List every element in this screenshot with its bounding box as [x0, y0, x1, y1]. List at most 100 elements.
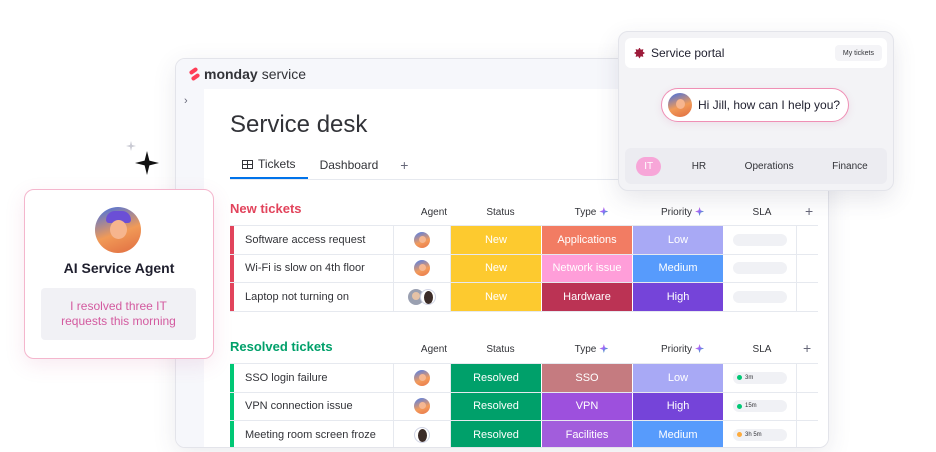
portal-categories: IT HR Operations Finance: [625, 148, 887, 184]
sla-value: 3h 5m: [745, 431, 762, 438]
sla-cell[interactable]: [724, 226, 797, 254]
tab-dashboard-label: Dashboard: [319, 158, 379, 172]
agent-message: I resolved three IT requests this mornin…: [41, 288, 196, 340]
page-title: Service desk: [230, 111, 368, 138]
column-sla[interactable]: SLA: [728, 207, 796, 218]
sla-cell[interactable]: 3h 5m: [724, 421, 797, 447]
agent-cell[interactable]: [394, 254, 451, 282]
column-type[interactable]: Type: [546, 207, 637, 218]
sparkle-icon: [695, 344, 704, 353]
column-status[interactable]: Status: [455, 207, 546, 218]
brand-product: service: [261, 66, 307, 82]
type-cell[interactable]: Network issue: [542, 254, 633, 282]
type-cell[interactable]: VPN: [542, 392, 633, 420]
table-row[interactable]: Laptop not turning on New Hardware High: [230, 283, 818, 312]
priority-cell[interactable]: High: [633, 392, 724, 420]
sla-status-dot: [737, 403, 742, 409]
status-cell[interactable]: New: [451, 283, 542, 311]
resolved-tickets-table: SSO login failure Resolved SSO Low 3m VP…: [230, 363, 818, 447]
sla-cell[interactable]: [724, 283, 797, 311]
column-priority[interactable]: Priority: [637, 207, 728, 218]
type-cell[interactable]: Facilities: [542, 421, 633, 447]
group-title-resolved[interactable]: Resolved tickets: [230, 339, 333, 354]
service-portal: Service portal My tickets Hi Jill, how c…: [618, 31, 894, 191]
sparkle-icon: [599, 344, 608, 353]
add-view-plus-icon[interactable]: +: [390, 157, 418, 179]
row-end: [797, 421, 818, 447]
row-end: [797, 283, 818, 311]
column-type-label: Type: [574, 344, 597, 355]
ticket-name[interactable]: SSO login failure: [234, 364, 394, 392]
user-avatar: [414, 426, 430, 443]
category-operations[interactable]: Operations: [737, 157, 802, 176]
ticket-name[interactable]: Laptop not turning on: [234, 283, 394, 311]
tab-tickets[interactable]: Tickets: [230, 157, 308, 179]
column-sla[interactable]: SLA: [728, 344, 796, 355]
agent-cell[interactable]: [394, 421, 451, 447]
ticket-name[interactable]: Software access request: [234, 226, 394, 254]
priority-cell[interactable]: High: [633, 283, 724, 311]
type-cell[interactable]: Hardware: [542, 283, 633, 311]
category-hr[interactable]: HR: [684, 157, 714, 176]
sparkle-small-icon: [126, 141, 136, 151]
sla-cell[interactable]: 3m: [724, 364, 797, 392]
column-agent[interactable]: Agent: [410, 344, 458, 355]
table-row[interactable]: Meeting room screen froze Resolved Facil…: [230, 421, 818, 447]
tab-dashboard[interactable]: Dashboard: [308, 157, 391, 179]
avatar-group: [408, 288, 436, 305]
status-cell[interactable]: Resolved: [451, 392, 542, 420]
column-agent[interactable]: Agent: [410, 207, 458, 218]
sla-status-dot: [737, 432, 742, 438]
sla-track: 3m: [733, 371, 787, 384]
sparkle-icon: [135, 151, 159, 175]
ticket-name[interactable]: Meeting room screen froze: [234, 421, 394, 447]
category-it[interactable]: IT: [636, 156, 662, 176]
chat-greeting[interactable]: Hi Jill, how can I help you?: [661, 88, 849, 122]
tab-tickets-label: Tickets: [258, 157, 296, 171]
table-row[interactable]: VPN connection issue Resolved VPN High 1…: [230, 392, 818, 421]
add-column-plus-icon[interactable]: +: [803, 340, 811, 356]
agent-cell[interactable]: [394, 364, 451, 392]
group-title-new[interactable]: New tickets: [230, 201, 302, 216]
status-cell[interactable]: New: [451, 226, 542, 254]
sla-status-dot: [737, 375, 742, 381]
ai-agent-avatar: [414, 398, 430, 415]
add-column-plus-icon[interactable]: +: [805, 203, 813, 219]
column-type[interactable]: Type: [546, 344, 637, 355]
sla-track: 15m: [733, 400, 787, 413]
ticket-name[interactable]: VPN connection issue: [234, 392, 394, 420]
type-cell[interactable]: SSO: [542, 364, 633, 392]
ai-agent-avatar: [414, 369, 430, 386]
type-cell[interactable]: Applications: [542, 226, 633, 254]
greeting-text: Hi Jill, how can I help you?: [698, 98, 841, 112]
column-priority[interactable]: Priority: [637, 344, 728, 355]
category-finance[interactable]: Finance: [824, 157, 876, 176]
priority-cell[interactable]: Low: [633, 364, 724, 392]
monday-logo-icon: [188, 66, 201, 81]
agent-cell[interactable]: [394, 392, 451, 420]
priority-cell[interactable]: Medium: [633, 254, 724, 282]
sparkle-icon: [599, 207, 608, 216]
column-status[interactable]: Status: [455, 344, 546, 355]
priority-cell[interactable]: Medium: [633, 421, 724, 447]
sla-cell[interactable]: 15m: [724, 392, 797, 420]
priority-cell[interactable]: Low: [633, 226, 724, 254]
table-row[interactable]: Software access request New Applications…: [230, 226, 818, 255]
agent-cell[interactable]: [394, 283, 451, 311]
status-cell[interactable]: Resolved: [451, 364, 542, 392]
ai-agent-avatar: [414, 231, 430, 248]
column-type-label: Type: [574, 207, 597, 218]
agent-cell[interactable]: [394, 226, 451, 254]
status-cell[interactable]: Resolved: [451, 421, 542, 447]
sla-track: [733, 262, 787, 275]
ticket-name[interactable]: Wi-Fi is slow on 4th floor: [234, 254, 394, 282]
table-row[interactable]: Wi-Fi is slow on 4th floor New Network i…: [230, 254, 818, 283]
table-row[interactable]: SSO login failure Resolved SSO Low 3m: [230, 364, 818, 393]
my-tickets-button[interactable]: My tickets: [834, 45, 882, 61]
agent-name: AI Service Agent: [63, 260, 175, 276]
ai-agent-avatar: [95, 207, 141, 253]
sla-track: 3h 5m: [733, 428, 787, 441]
status-cell[interactable]: New: [451, 254, 542, 282]
sla-cell[interactable]: [724, 254, 797, 282]
chevron-right-icon[interactable]: ›: [184, 95, 188, 107]
